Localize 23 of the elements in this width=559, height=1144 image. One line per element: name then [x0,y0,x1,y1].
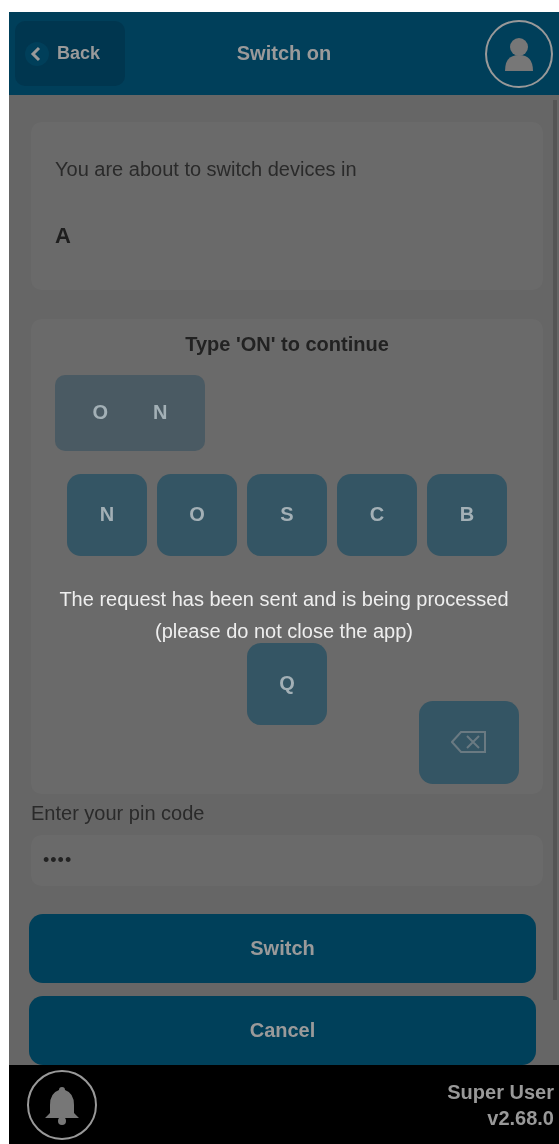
info-text: You are about to switch devices in [55,158,358,181]
pin-field[interactable]: •••• [31,835,543,886]
letter-key[interactable]: N [67,473,147,556]
letter-key[interactable]: S [247,473,327,556]
entered-text-field[interactable]: O N [55,374,205,451]
pin-label: Enter your pin code [31,802,206,826]
back-button[interactable]: Back [15,21,125,86]
status-message: The request has been sent and is being processed [59,588,509,610]
keyboard-prompt: Type 'ON' to continue [184,332,390,356]
letter-key[interactable]: B [427,473,507,556]
action-button[interactable]: Switch [29,914,536,983]
letter-key[interactable]: O [157,473,237,556]
app-version: v2.68.0 [486,1105,554,1131]
action-button[interactable]: Cancel [29,996,536,1065]
screen-title: Switch on [236,42,332,64]
letter-key[interactable]: Q [247,642,327,725]
user-name: Super User [447,1079,554,1105]
location-name: A [55,223,72,249]
backspace-icon [451,730,487,755]
status-message: (please do not close the app) [155,620,413,642]
bell-icon[interactable] [27,1069,97,1140]
letter-key[interactable]: C [337,473,417,556]
user-avatar-icon[interactable] [485,19,553,88]
